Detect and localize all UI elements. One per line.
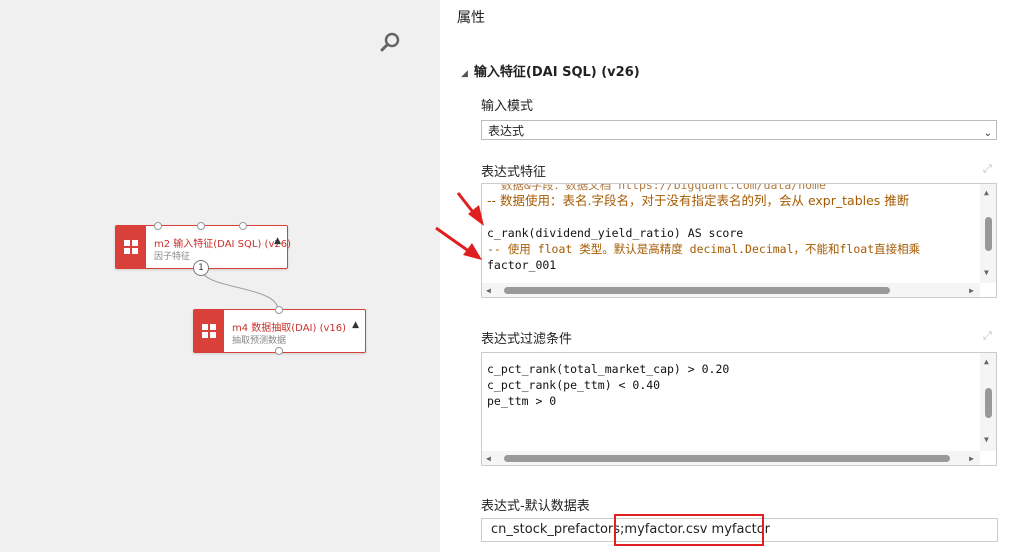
scroll-thumb[interactable] [504, 455, 950, 462]
scroll-left-icon[interactable]: ◀ [486, 454, 491, 463]
node-subtitle: 因子特征 [154, 252, 191, 262]
scroll-thumb[interactable] [985, 217, 992, 251]
node-subtitle: 抽取预测数据 [232, 336, 287, 346]
select-value: 表达式 [488, 124, 525, 138]
connection-line [200, 267, 279, 311]
output-port[interactable]: 1 [193, 260, 209, 276]
code-line: -- 数据使用：表名.字段名，对于没有指定表名的列，会从 expr_tables… [487, 193, 910, 208]
expr-filter-label: 表达式过滤条件 [481, 332, 573, 347]
input-port[interactable] [154, 222, 162, 230]
default-tables-label: 表达式-默认数据表 [481, 499, 590, 514]
horizontal-scrollbar[interactable]: ◀ ▶ [482, 451, 980, 465]
code-line: -- 使用 float 类型。默认是高精度 decimal.Decimal，不能… [487, 242, 921, 256]
code-line: 数据&字段：数据文档 https://bigquant.com/data/hom… [487, 183, 826, 192]
chevron-down-icon: ⌄ [983, 128, 992, 139]
scroll-down-icon[interactable]: ▼ [984, 435, 989, 444]
scroll-left-icon[interactable]: ◀ [486, 286, 491, 295]
input-port[interactable] [239, 222, 247, 230]
input-port[interactable] [197, 222, 205, 230]
horizontal-scrollbar[interactable]: ◀ ▶ [482, 283, 980, 297]
code-line: c_pct_rank(pe_ttm) < 0.40 [487, 378, 661, 392]
section-header[interactable]: ◢ 输入特征(DAI SQL) (v26) [461, 61, 640, 80]
scroll-right-icon[interactable]: ▶ [969, 286, 974, 295]
scroll-thumb[interactable] [504, 287, 890, 294]
node-title: m4 数据抽取(DAI) (v16) [232, 323, 347, 334]
chevron-up-icon[interactable]: ▲ [274, 236, 281, 246]
output-port[interactable] [275, 347, 283, 355]
collapse-triangle-icon[interactable]: ◢ [461, 69, 468, 79]
expr-features-label: 表达式特征 [481, 165, 547, 180]
code-line: pe_ttm > 0 [487, 394, 557, 408]
expand-icon[interactable]: ⤢ [983, 330, 995, 342]
chevron-up-icon[interactable]: ▲ [352, 320, 359, 330]
expr-filter-editor[interactable]: c_pct_rank(total_market_cap) > 0.20 c_pc… [481, 352, 997, 466]
node-title: m2 输入特征(DAI SQL) (v26) [154, 239, 291, 250]
input-port[interactable] [275, 306, 283, 314]
panel-title: 属性 [457, 10, 485, 26]
default-tables-input[interactable]: cn_stock_prefactors;myfactor.csv myfacto… [481, 518, 998, 542]
vertical-scrollbar[interactable]: ▲ ▼ [980, 184, 996, 283]
scroll-right-icon[interactable]: ▶ [969, 454, 974, 463]
module-icon [116, 226, 146, 268]
expr-features-editor[interactable]: 数据&字段：数据文档 https://bigquant.com/data/hom… [481, 183, 997, 298]
input-mode-select[interactable]: 表达式 ⌄ [481, 120, 997, 140]
scroll-down-icon[interactable]: ▼ [984, 268, 989, 277]
vertical-scrollbar[interactable]: ▲ ▼ [980, 353, 996, 451]
section-title: 输入特征(DAI SQL) (v26) [473, 65, 640, 80]
expand-icon[interactable]: ⤢ [983, 163, 995, 175]
input-mode-label: 输入模式 [481, 99, 534, 114]
scroll-thumb[interactable] [985, 388, 992, 418]
code-line: c_rank(dividend_yield_ratio) AS score [487, 226, 744, 240]
code-line: c_pct_rank(total_market_cap) > 0.20 [487, 362, 730, 376]
workflow-canvas[interactable]: m2 输入特征(DAI SQL) (v26) 因子特征 ▲ 1 m4 数据抽取(… [0, 0, 440, 552]
scroll-up-icon[interactable]: ▲ [984, 188, 989, 197]
module-icon [194, 310, 224, 352]
properties-panel: 属性 ◢ 输入特征(DAI SQL) (v26) 输入模式 表达式 ⌄ 表达式特征 … [440, 0, 1021, 552]
scroll-up-icon[interactable]: ▲ [984, 357, 989, 366]
code-line: factor_001 [487, 258, 557, 272]
